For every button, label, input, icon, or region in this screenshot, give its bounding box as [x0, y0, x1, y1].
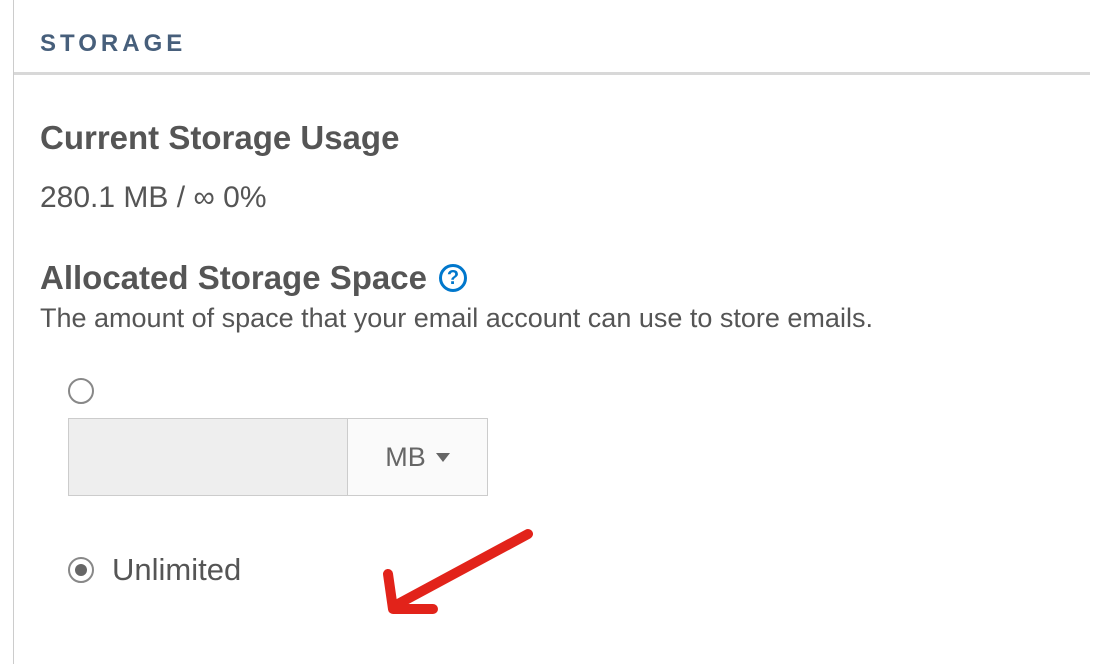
quota-options: MB Unlimited	[40, 378, 1090, 588]
allocated-heading: Allocated Storage Space	[40, 259, 427, 297]
quota-unit-select[interactable]: MB	[348, 418, 488, 496]
annotation-arrow-icon	[368, 524, 548, 634]
quota-amount-input[interactable]	[68, 418, 348, 496]
storage-panel: STORAGE Current Storage Usage 280.1 MB /…	[13, 0, 1116, 664]
unlimited-label: Unlimited	[112, 552, 241, 588]
allocated-description: The amount of space that your email acco…	[40, 303, 1090, 334]
section-heading: STORAGE	[14, 30, 1090, 75]
custom-quota-option[interactable]	[68, 378, 1090, 404]
current-usage-value: 280.1 MB / ∞ 0%	[40, 181, 1090, 215]
quota-unit-label: MB	[385, 442, 426, 473]
chevron-down-icon	[436, 453, 450, 462]
help-icon[interactable]: ?	[439, 264, 467, 292]
unlimited-radio[interactable]	[68, 557, 94, 583]
custom-quota-input-row: MB	[68, 418, 1090, 496]
storage-content: Current Storage Usage 280.1 MB / ∞ 0% Al…	[14, 119, 1116, 588]
allocated-heading-row: Allocated Storage Space ?	[40, 259, 1090, 297]
current-usage-heading: Current Storage Usage	[40, 119, 1090, 157]
custom-quota-radio[interactable]	[68, 378, 94, 404]
unlimited-option[interactable]: Unlimited	[68, 552, 1090, 588]
